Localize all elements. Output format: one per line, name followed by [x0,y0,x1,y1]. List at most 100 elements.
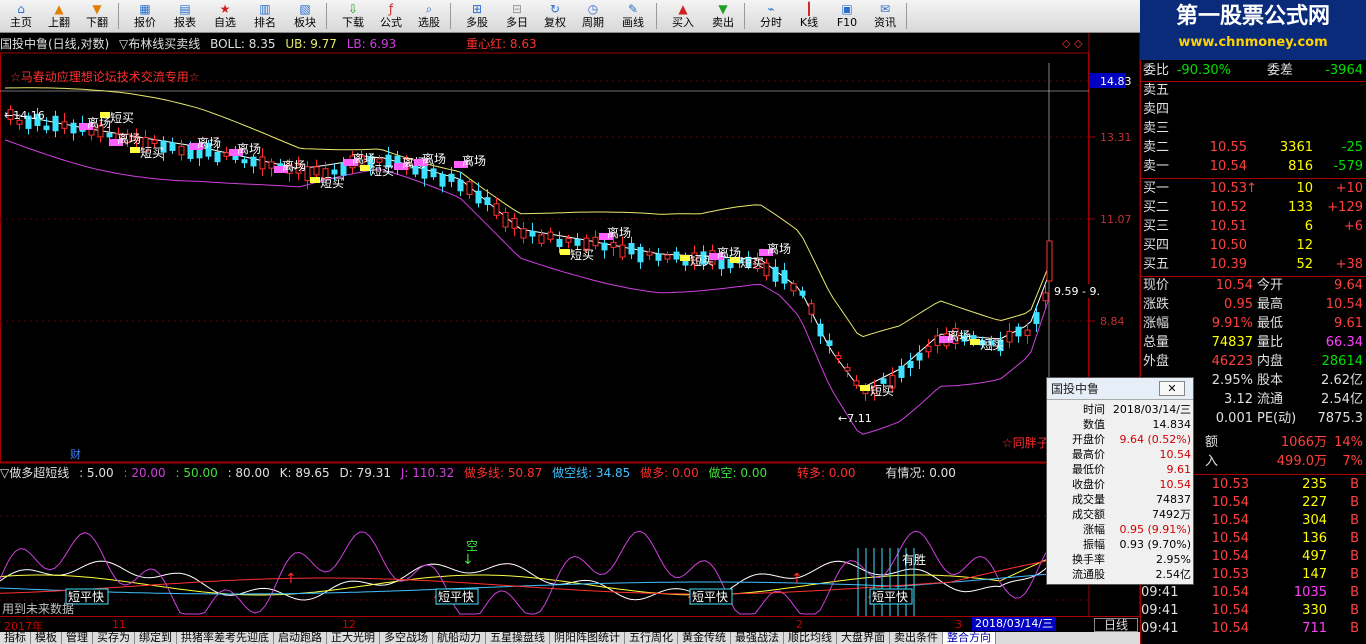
download-icon: ⇩ [347,2,359,16]
candle-body [574,238,581,246]
buy-level-name: 买二 [1143,200,1170,215]
toolbar-button-15[interactable]: ✎ 画线 [614,0,652,32]
stat-value: 10.54 [1215,278,1253,293]
toolbar-button-5[interactable]: ★ 自选 [206,0,244,32]
candle-body-last [1046,240,1053,282]
data-window-key: 开盘价 [1072,433,1105,446]
buy-level-name: 买四 [1143,238,1170,253]
indicator-tab[interactable]: 多空战场 [380,632,433,644]
toolbar-button-9[interactable]: ƒ 公式 [372,0,410,32]
candle-body [601,242,608,251]
toolbar-button-11[interactable]: ⊞ 多股 [458,0,496,32]
toolbar-button-2[interactable]: ▼ 下翻 [78,0,116,32]
data-window-row: 换手率 2.95% [1047,552,1195,567]
kdj-d-line [0,538,1091,596]
data-window-key: 成交量 [1072,493,1105,506]
candle-body [448,173,455,182]
indicator-tab[interactable]: 买存为 [93,632,135,644]
indicator-tab[interactable]: 五星操盘线 [486,632,550,644]
buy-level-volume: 10 [1296,181,1313,196]
indicator-tab[interactable]: 顺比均线 [784,632,837,644]
indicator-tab[interactable]: 正大光明 [327,632,380,644]
candle-body [538,234,545,244]
sector-icon: ▧ [299,2,311,16]
buy-signal-marker [130,147,140,153]
indicator-tab[interactable]: 卖出条件 [890,632,943,644]
indicator-tab[interactable]: 航船动力 [433,632,486,644]
indicator-tab[interactable]: 拱猪率差考先迎底 [177,632,274,644]
sell-level-price: 10.54 [1209,159,1247,174]
candle-body [1024,329,1031,336]
indicator-tab[interactable]: 模板 [31,632,62,644]
indicator-name[interactable]: ▽做多超短线 [0,466,69,480]
kline-chart[interactable]: 14.83 13.31 11.07 8.84 ☆马春动应理想论坛技术交流专用☆ ◇ ◇ 短… [0,33,1140,616]
chaoping-label: 短平快 [438,590,474,604]
toolbar-button-0[interactable]: ⌂ 主页 [2,0,40,32]
stat-label: 现价 [1143,278,1170,293]
close-icon[interactable]: ✕ [1159,381,1185,396]
toolbar-button-13[interactable]: ↻ 复权 [536,0,574,32]
toolbar-button-19[interactable]: ┃ K线 [790,0,828,32]
indicator-tab[interactable]: 最强战法 [731,632,784,644]
buy-signal-marker [560,249,570,255]
candle-body [853,380,860,386]
sell-signal-label: 离场 [767,241,791,256]
data-window-key: 涨幅 [1083,523,1105,536]
candle-body [268,161,275,169]
toolbar-button-label: 画线 [622,16,644,29]
indicator-tab[interactable]: 五行周化 [625,632,678,644]
toolbar-button-3[interactable]: ▦ 报价 [126,0,164,32]
toolbar-button-8[interactable]: ⇩ 下载 [334,0,372,32]
candle-body [826,340,833,346]
data-window-row: 开盘价 9.64 (0.52%) [1047,432,1195,447]
indicator-panel: ↑↑↑↑↑空↓短平快短平快短平快短平快有胜用到未来数据 [0,515,1091,616]
candlesticks [7,105,1053,401]
tick-volume: 147 [1302,567,1327,582]
candle-body [790,283,797,292]
indicator-tab[interactable]: 黄金传统 [678,632,731,644]
toolbar-button-4[interactable]: ▤ 报表 [166,0,204,32]
buy-level-change: +6 [1343,219,1363,234]
indicator-tab[interactable]: 指标 [0,632,31,644]
toolbar-button-label: 多股 [466,16,488,29]
tick-time: 09:41 [1141,585,1179,600]
toolbar-button-10[interactable]: ⌕ 选股 [410,0,448,32]
stat-row: 现价 10.54 今开 9.64 [1141,277,1366,295]
data-window-value: 14.834 [1152,418,1192,431]
weibi-label: 委比 [1143,63,1170,78]
data-window-row: 振幅 0.93 (9.70%) [1047,537,1195,552]
indicator-tab[interactable]: 启动跑路 [274,632,327,644]
toolbar-button-12[interactable]: ⊟ 多日 [498,0,536,32]
toolbar-button-18[interactable]: ⌁ 分时 [752,0,790,32]
candle-body [1006,330,1013,343]
indicator-tab[interactable]: 绑定到 [135,632,177,644]
multi-stock-icon: ⊞ [471,2,483,16]
toolbar-button-14[interactable]: ◷ 周期 [574,0,612,32]
candle-body [637,246,644,263]
tick-volume: 304 [1302,513,1327,528]
date-tick-label: 11 [112,618,126,631]
toolbar-button-21[interactable]: ✉ 资讯 [866,0,904,32]
sell-signal-label: 离场 [282,158,306,173]
data-window-row: 流通股 2.54亿 [1047,567,1195,582]
candle-body [430,168,437,178]
toolbar-button-label: 主页 [10,16,32,29]
indicator-tab[interactable]: 大盘界面 [837,632,890,644]
toolbar-button-6[interactable]: ▥ 排名 [246,0,284,32]
tick-row: 09:41 10.54 1035 B [1141,584,1366,602]
candle-body [106,132,113,138]
toolbar-button-16[interactable]: ▲ 买入 [664,0,702,32]
flow-label: 额 [1205,435,1219,450]
toolbar-button-7[interactable]: ▧ 板块 [286,0,324,32]
indicator-tab[interactable]: 管理 [62,632,93,644]
sell-level-name: 卖五 [1143,83,1170,98]
indicator-tab[interactable]: 阴阳阵图统计 [550,632,625,644]
period-tab-daily[interactable]: 日线 [1094,618,1138,632]
indicator-tab[interactable]: 整合方向 [943,632,996,644]
toolbar-button-20[interactable]: ▣ F10 [828,0,866,32]
toolbar-button-label: 多日 [506,16,528,29]
toolbar-button-1[interactable]: ▲ 上翻 [40,0,78,32]
data-window-row: 收盘价 10.54 [1047,477,1195,492]
toolbar-button-17[interactable]: ▼ 卖出 [704,0,742,32]
stat-label-2: 最高 [1257,297,1284,312]
